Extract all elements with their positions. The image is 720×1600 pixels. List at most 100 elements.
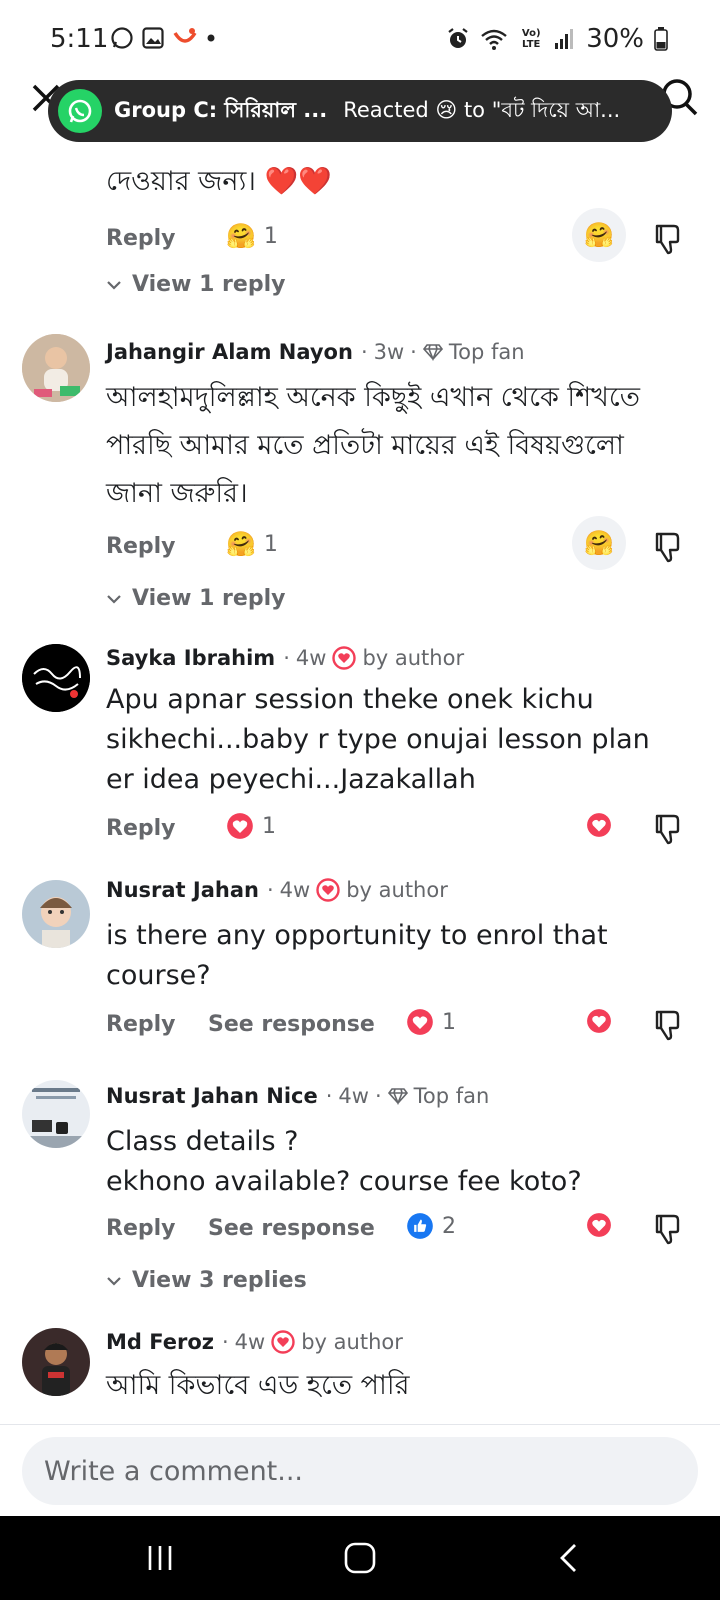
reaction-summary[interactable]: 2 [406, 1212, 456, 1240]
reaction-count: 2 [442, 1213, 456, 1239]
whatsapp-notification[interactable]: Group C: সিরিয়াল ... Reacted 😢 to "বট দ… [48, 80, 672, 142]
react-button[interactable] [572, 798, 626, 852]
badge-label: by author [346, 878, 448, 902]
avatar[interactable] [22, 1328, 90, 1396]
status-time: 5:11 [50, 24, 109, 54]
comment-meta: Nusrat Jahan · 4w by author [106, 878, 448, 902]
care-emoji-icon: 🤗 [584, 221, 614, 249]
signal-icon [555, 29, 574, 49]
comment-input[interactable] [22, 1437, 698, 1505]
author-name[interactable]: Sayka Ibrahim [106, 646, 275, 670]
author-name[interactable]: Nusrat Jahan [106, 878, 259, 902]
comment-body: আমি কিভাবে এড হতে পারি [106, 1370, 410, 1401]
comment-time: 4w [295, 646, 327, 670]
author-name[interactable]: Nusrat Jahan Nice [106, 1084, 318, 1108]
comment-composer [0, 1424, 720, 1516]
reaction-count: 1 [263, 223, 278, 249]
comment-time: 4w [338, 1084, 369, 1108]
like-icon [407, 1213, 433, 1239]
love-icon [587, 1009, 611, 1033]
status-system-icons: Vo) LTE 30% [446, 24, 668, 54]
home-icon [344, 1542, 376, 1574]
diamond-icon [387, 1088, 408, 1105]
badge-label: by author [362, 646, 465, 670]
view-replies-link[interactable]: View 3 replies [106, 1268, 307, 1293]
reaction-count: 1 [263, 531, 278, 557]
comment-time: 4w [279, 878, 311, 902]
dislike-icon[interactable] [652, 1008, 684, 1042]
reply-button[interactable]: Reply [106, 226, 176, 251]
comment-meta: Md Feroz · 4w by author [106, 1330, 403, 1354]
badge-label: by author [301, 1330, 403, 1354]
avatar[interactable] [22, 644, 90, 712]
comment-sub-meta: · 4w by author [283, 646, 465, 670]
reaction-summary[interactable]: 1 [406, 1008, 456, 1036]
comment-body: Apu apnar session theke onek kichu sikhe… [106, 684, 650, 795]
reaction-count: 1 [262, 813, 276, 839]
view-replies-label: View 1 reply [132, 272, 286, 297]
love-icon [587, 1213, 611, 1237]
reaction-summary[interactable]: 🤗 1 [226, 222, 278, 250]
system-nav-bar [0, 1516, 720, 1600]
react-button[interactable] [572, 1198, 626, 1252]
love-icon [227, 813, 253, 839]
diamond-icon [422, 344, 443, 361]
love-icon [407, 1009, 433, 1035]
dot-status-icon [207, 34, 215, 42]
whatsapp-status-icon [111, 27, 133, 49]
home-button[interactable] [340, 1538, 380, 1578]
status-notification-icons [110, 26, 216, 50]
avatar[interactable] [22, 880, 90, 948]
notification-title: Group C: সিরিয়াল ... [114, 97, 328, 122]
app-status-icon [173, 28, 197, 43]
back-button[interactable] [548, 1538, 588, 1578]
see-response-button[interactable]: See response [208, 1216, 375, 1241]
reply-button[interactable]: Reply [106, 534, 176, 559]
dislike-icon[interactable] [652, 812, 684, 846]
notification-text: Reacted 😢 to "বট দিয়ে আ... [343, 97, 621, 122]
battery-percent: 30% [586, 24, 644, 54]
dislike-icon[interactable] [652, 222, 684, 256]
view-replies-link[interactable]: View 1 reply [106, 586, 285, 611]
comment-sub-meta: · 4w by author [221, 1330, 403, 1354]
react-button[interactable]: 🤗 [572, 208, 626, 262]
comment-meta: Sayka Ibrahim · 4w by author [106, 646, 464, 670]
recent-apps-button[interactable] [140, 1538, 180, 1578]
comment-time: 3w [373, 340, 405, 364]
view-replies-label: View 1 reply [132, 586, 286, 611]
gallery-status-icon [142, 27, 164, 49]
comment-body: is there any opportunity to enrol that c… [106, 920, 608, 991]
reaction-count: 1 [442, 1009, 456, 1035]
react-button[interactable]: 🤗 [572, 516, 626, 570]
comment-time: 4w [234, 1330, 266, 1354]
reply-button[interactable]: Reply [106, 816, 176, 841]
avatar[interactable] [22, 334, 90, 402]
comment-actions: Reply 🤗 1 🤗 [106, 208, 696, 262]
author-name[interactable]: Md Feroz [106, 1330, 214, 1354]
comment-meta: Nusrat Jahan Nice · 4w · Top fan [106, 1084, 489, 1108]
comment-actions: Reply 🤗 1 🤗 [106, 516, 696, 570]
dislike-icon[interactable] [652, 1212, 684, 1246]
love-badge-icon [316, 878, 340, 902]
comment-body: আলহামদুলিল্লাহ অনেক কিছুই এখান থেকে শিখত… [106, 382, 640, 509]
author-name[interactable]: Jahangir Alam Nayon [106, 340, 353, 364]
love-icon [587, 813, 611, 837]
comment-actions: Reply See response 2 [106, 1210, 696, 1250]
comment-sub-meta: · 4w · Top fan [325, 1084, 490, 1108]
love-badge-icon [271, 1330, 295, 1354]
see-response-button[interactable]: See response [208, 1012, 375, 1037]
reaction-summary[interactable]: 🤗 1 [226, 530, 278, 558]
view-replies-link[interactable]: View 1 reply [106, 272, 285, 297]
comment-sub-meta: · 4w by author [266, 878, 448, 902]
comment-body: দেওয়ার জন্য। ❤️❤️ [106, 166, 332, 197]
comment-sub-meta: · 3w · Top fan [360, 340, 525, 364]
react-button[interactable] [572, 994, 626, 1048]
lte-indicator: Vo) LTE [521, 28, 541, 50]
reply-button[interactable]: Reply [106, 1216, 176, 1241]
reaction-summary[interactable]: 1 [226, 812, 276, 840]
dislike-icon[interactable] [652, 530, 684, 564]
view-replies-label: View 3 replies [132, 1268, 307, 1293]
chevron-down-icon [107, 1276, 121, 1286]
avatar[interactable] [22, 1080, 90, 1148]
reply-button[interactable]: Reply [106, 1012, 176, 1037]
